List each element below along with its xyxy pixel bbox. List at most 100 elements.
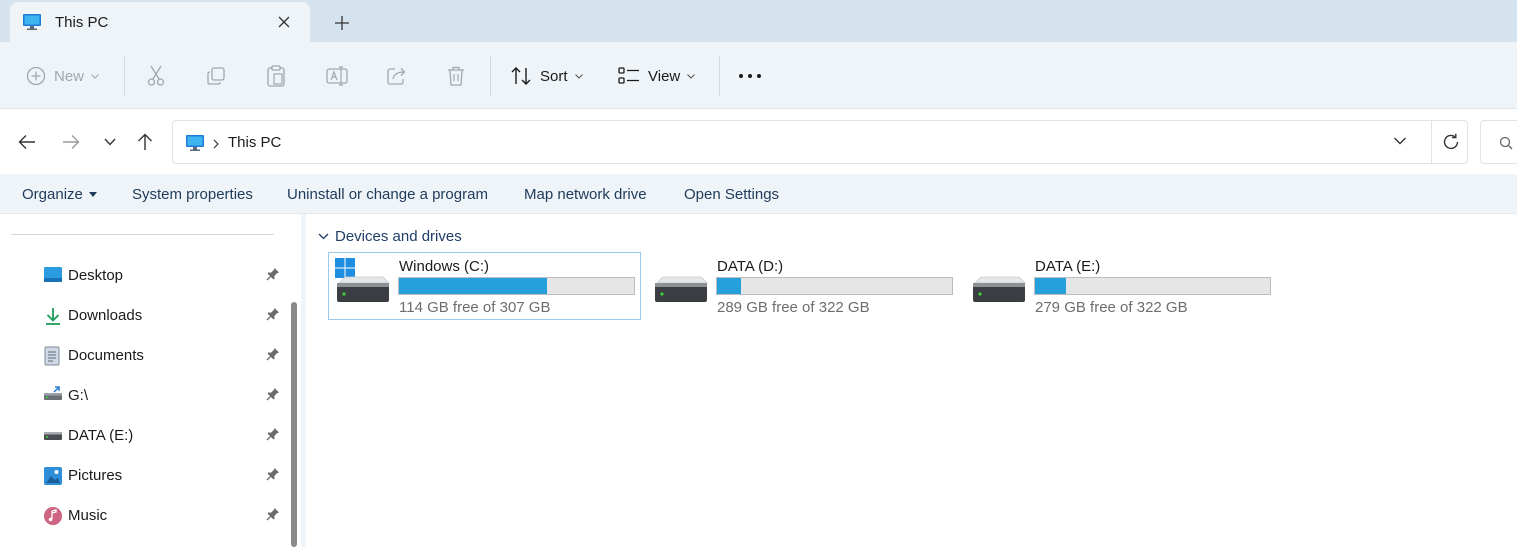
sort-button[interactable]: Sort [510,59,583,93]
see-more-button[interactable] [738,59,762,93]
drive-usage-fill [717,278,741,294]
back-button[interactable] [16,131,38,153]
tab-strip: This PC [0,0,1517,42]
pin-icon [266,387,280,404]
pane-splitter[interactable] [301,214,306,547]
view-button[interactable]: View [618,59,696,93]
music-icon [43,506,63,529]
document-icon [43,346,61,369]
tab-title: This PC [55,14,109,31]
address-dropdown-button[interactable] [1393,134,1407,151]
uninstall-program-link[interactable]: Uninstall or change a program [287,186,488,203]
toolbar-divider [490,56,491,96]
arrow-up-icon [138,133,152,150]
cut-button[interactable] [146,59,166,93]
recent-locations-button[interactable] [99,131,121,153]
new-tab-button[interactable] [330,11,354,35]
sidebar-item-downloads[interactable]: Downloads [0,296,290,332]
drive-name: Windows (C:) [399,258,490,275]
close-icon[interactable] [274,12,294,32]
network-drive-icon [43,386,63,407]
chevron-down-icon [91,73,99,79]
drive-icon [971,257,1027,308]
plus-circle-icon [26,66,46,86]
sidebar-item-data-e[interactable]: DATA (E:) [0,416,290,452]
sidebar-item-pictures[interactable]: Pictures [0,456,290,492]
organize-menu[interactable]: Organize [22,186,97,203]
drive-icon [43,426,63,447]
monitor-icon [185,134,205,155]
drive-icon [653,257,709,308]
system-properties-link[interactable]: System properties [132,186,253,203]
monitor-icon [22,12,42,35]
trash-icon [448,66,464,86]
address-bar[interactable]: This PC [172,120,1468,164]
command-bar: New Sort View [0,42,1517,109]
chevron-down-icon [318,233,329,239]
clipboard-icon [267,65,285,87]
sidebar-item-label: DATA (E:) [68,427,134,444]
chevron-down-icon [1394,137,1406,145]
more-icon [739,74,761,78]
forward-button[interactable] [60,131,82,153]
paste-button[interactable] [266,59,286,93]
breadcrumb-this-pc[interactable]: This PC [228,134,281,151]
address-row: This PC [0,110,1517,174]
open-settings-link[interactable]: Open Settings [684,186,779,203]
drive-free-space: 289 GB free of 322 GB [717,299,870,316]
sidebar-item-label: Desktop [68,267,124,284]
pin-icon [266,507,280,524]
sidebar-item-label: Downloads [68,307,143,324]
new-button[interactable]: New [26,59,99,93]
drive-usage-fill [1035,278,1067,294]
sidebar-item-desktop[interactable]: Desktop [0,256,290,292]
toolbar-divider [719,56,720,96]
toolbar-divider [124,56,125,96]
pin-icon [266,347,280,364]
new-label: New [54,67,85,85]
pin-icon [266,427,280,444]
sidebar-item-music[interactable]: Music [0,496,290,532]
share-icon [387,68,406,85]
share-button[interactable] [386,59,408,93]
chevron-down-icon [104,138,116,146]
refresh-icon [1443,133,1458,150]
pictures-icon [43,466,63,489]
refresh-button[interactable] [1431,121,1469,163]
up-button[interactable] [134,131,156,153]
nav-scrollbar-thumb[interactable] [291,302,297,547]
download-icon [43,306,63,329]
drive-tile-e[interactable]: DATA (E:) 279 GB free of 322 GB [964,252,1277,320]
scissors-icon [147,65,165,86]
drive-free-space: 114 GB free of 307 GB [399,299,551,316]
search-input[interactable] [1480,120,1517,164]
copy-button[interactable] [206,59,226,93]
copy-icon [207,67,225,85]
arrow-right-icon [63,135,80,149]
view-icon [618,67,639,84]
delete-button[interactable] [446,59,466,93]
drive-free-space: 279 GB free of 322 GB [1035,299,1188,316]
rename-button[interactable] [326,59,348,93]
sidebar-item-label: G:\ [68,387,89,404]
group-header-label: Devices and drives [335,227,462,245]
map-network-drive-link[interactable]: Map network drive [524,186,647,203]
drive-name: DATA (E:) [1035,258,1101,275]
drive-usage-bar [398,277,635,295]
sort-label: Sort [540,67,568,85]
sidebar-item-label: Pictures [68,467,123,484]
chevron-right-icon[interactable] [213,136,219,152]
view-label: View [648,67,681,85]
drive-tile-d[interactable]: DATA (D:) 289 GB free of 322 GB [646,252,959,320]
sidebar-item-g-drive[interactable]: G:\ [0,376,290,412]
tab-this-pc[interactable]: This PC [10,2,310,42]
group-header-devices[interactable]: Devices and drives [318,226,462,246]
sidebar-item-label: Documents [68,347,144,364]
drive-tile-c[interactable]: Windows (C:) 114 GB free of 307 GB [328,252,641,320]
drive-usage-bar [716,277,953,295]
arrow-left-icon [18,135,35,149]
organize-label: Organize [22,186,83,203]
sidebar-item-documents[interactable]: Documents [0,336,290,372]
windows-drive-icon [335,257,391,308]
chevron-down-icon [574,73,583,79]
